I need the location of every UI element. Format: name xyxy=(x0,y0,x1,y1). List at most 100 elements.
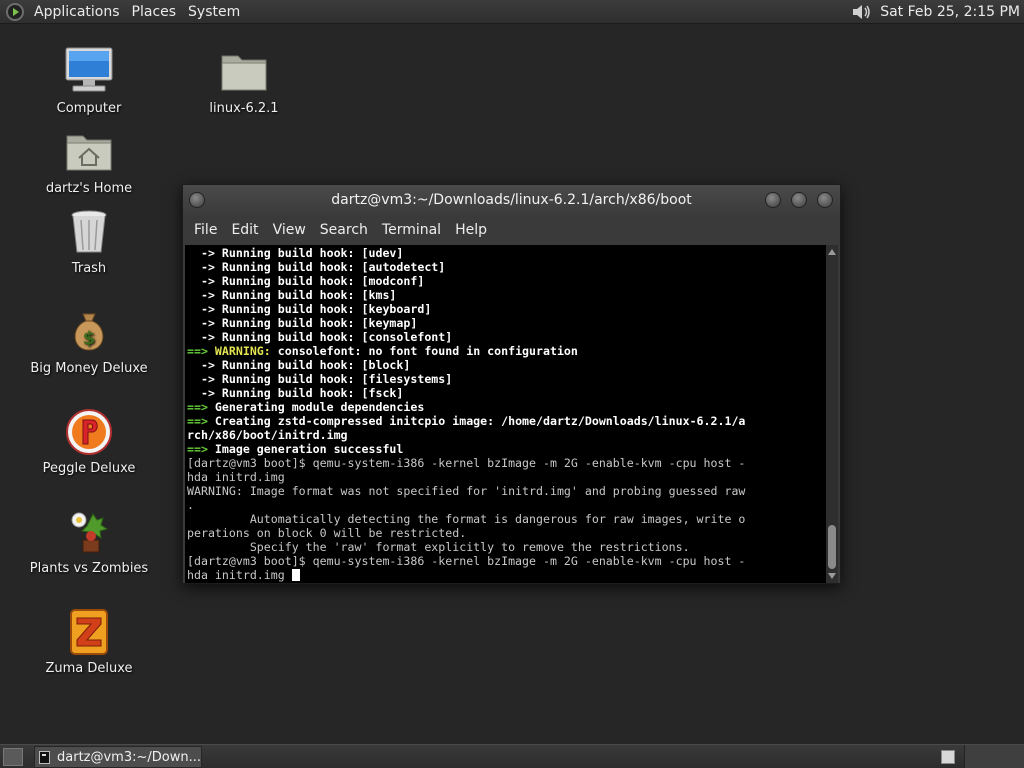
terminal-text: -> Running build hook: [consolefont] xyxy=(187,330,453,344)
bottom-panel: dartz@vm3:~/Down... xyxy=(0,744,1024,768)
terminal-text: consolefont: no font found in configurat… xyxy=(277,344,578,358)
trash-icon xyxy=(63,206,115,258)
terminal-text: ==> xyxy=(187,442,215,456)
volume-icon[interactable] xyxy=(850,0,874,24)
show-desktop-icon[interactable] xyxy=(3,748,23,766)
terminal-menubar: File Edit View Search Terminal Help xyxy=(183,215,840,245)
scrollbar-thumb[interactable] xyxy=(828,525,836,569)
terminal-text: ==> xyxy=(187,344,215,358)
terminal-line: ==> WARNING: consolefont: no font found … xyxy=(187,344,827,358)
terminal-line: -> Running build hook: [modconf] xyxy=(187,274,827,288)
terminal-line: hda initrd.img xyxy=(187,568,827,582)
menu-terminal[interactable]: Terminal xyxy=(375,222,448,238)
terminal-text: Creating zstd-compressed initcpio image:… xyxy=(214,414,746,428)
terminal-text: WARNING: xyxy=(214,344,278,358)
home-folder-icon xyxy=(63,126,115,178)
folder-icon xyxy=(218,46,270,98)
terminal-line: -> Running build hook: [autodetect] xyxy=(187,260,827,274)
terminal-text: ==> xyxy=(187,400,215,414)
desktop-icon-label: Zuma Deluxe xyxy=(45,661,133,676)
terminal-text: -> Running build hook: [block] xyxy=(187,358,411,372)
terminal-line: -> Running build hook: [udev] xyxy=(187,246,827,260)
taskbar-item-terminal[interactable]: dartz@vm3:~/Down... xyxy=(34,746,202,768)
terminal-text: -> Running build hook: [fsck] xyxy=(187,386,404,400)
terminal-window[interactable]: dartz@vm3:~/Downloads/linux-6.2.1/arch/x… xyxy=(182,184,841,584)
desktop-icon-home[interactable]: dartz's Home xyxy=(24,126,154,196)
workspace-switcher[interactable] xyxy=(941,750,955,764)
plant-icon xyxy=(63,506,115,558)
maximize-icon[interactable] xyxy=(791,192,807,208)
terminal-line: ==> Generating module dependencies xyxy=(187,400,827,414)
terminal-line: -> Running build hook: [consolefont] xyxy=(187,330,827,344)
scroll-up-icon[interactable] xyxy=(828,249,836,255)
desktop-icon-label: Computer xyxy=(56,101,122,116)
system-menu[interactable]: System xyxy=(182,0,246,24)
menu-edit[interactable]: Edit xyxy=(224,222,265,238)
desktop-icon-computer[interactable]: Computer xyxy=(24,46,154,116)
terminal-text: Specify the 'raw' format explicitly to r… xyxy=(187,540,690,554)
window-titlebar[interactable]: dartz@vm3:~/Downloads/linux-6.2.1/arch/x… xyxy=(183,185,840,215)
desktop-icon-label: Plants vs Zombies xyxy=(29,561,149,576)
terminal-line: -> Running build hook: [keymap] xyxy=(187,316,827,330)
desktop-icon-trash[interactable]: Trash xyxy=(24,206,154,276)
terminal-line: -> Running build hook: [keyboard] xyxy=(187,302,827,316)
desktop-icon-label: Trash xyxy=(71,261,107,276)
terminal-line: WARNING: Image format was not specified … xyxy=(187,484,827,498)
terminal-text: -> Running build hook: [modconf] xyxy=(187,274,425,288)
desktop-icon-plants-vs-zombies[interactable]: Plants vs Zombies xyxy=(24,506,154,576)
terminal-text: perations on block 0 will be restricted. xyxy=(187,526,467,540)
terminal-text: [dartz@vm3 boot]$ qemu-system-i386 -kern… xyxy=(187,456,746,470)
terminal-line: rch/x86/boot/initrd.img xyxy=(187,428,827,442)
desktop-icon-zuma[interactable]: Zuma Deluxe xyxy=(24,606,154,676)
menu-search[interactable]: Search xyxy=(313,222,375,238)
terminal-line: Automatically detecting the format is da… xyxy=(187,512,827,526)
terminal-line: perations on block 0 will be restricted. xyxy=(187,526,827,540)
terminal-scrollbar[interactable] xyxy=(826,245,838,583)
menu-view[interactable]: View xyxy=(266,222,313,238)
top-panel: Applications Places System Sat Feb 25, 2… xyxy=(0,0,1024,24)
close-icon[interactable] xyxy=(817,192,833,208)
computer-icon xyxy=(63,46,115,98)
desktop-icon-label: dartz's Home xyxy=(45,181,133,196)
terminal-text: -> Running build hook: [keyboard] xyxy=(187,302,432,316)
terminal-text: Image generation successful xyxy=(214,442,404,456)
window-menu-icon[interactable] xyxy=(189,192,205,208)
terminal-line: [dartz@vm3 boot]$ qemu-system-i386 -kern… xyxy=(187,456,827,470)
terminal-text: -> Running build hook: [kms] xyxy=(187,288,397,302)
terminal-text: -> Running build hook: [udev] xyxy=(187,246,404,260)
terminal-text: -> Running build hook: [filesystems] xyxy=(187,372,453,386)
terminal-line: . xyxy=(187,498,827,512)
peggle-icon xyxy=(63,406,115,458)
menu-help[interactable]: Help xyxy=(448,222,494,238)
window-title: dartz@vm3:~/Downloads/linux-6.2.1/arch/x… xyxy=(331,192,692,208)
terminal-text: hda initrd.img xyxy=(187,568,292,582)
terminal-text: Generating module dependencies xyxy=(214,400,425,414)
clock[interactable]: Sat Feb 25, 2:15 PM xyxy=(880,4,1024,20)
terminal-output[interactable]: -> Running build hook: [udev] -> Running… xyxy=(185,245,827,583)
panel-separator xyxy=(964,745,1024,768)
terminal-text: ==> xyxy=(187,414,215,428)
terminal-text: rch/x86/boot/initrd.img xyxy=(187,428,348,442)
terminal-text: Automatically detecting the format is da… xyxy=(187,512,746,526)
terminal-line: -> Running build hook: [block] xyxy=(187,358,827,372)
distro-logo-icon[interactable] xyxy=(6,2,24,21)
desktop-icon-linux-folder[interactable]: linux-6.2.1 xyxy=(179,46,309,116)
terminal-line: ==> Creating zstd-compressed initcpio im… xyxy=(187,414,827,428)
places-menu[interactable]: Places xyxy=(126,0,183,24)
terminal-icon xyxy=(39,750,50,764)
zuma-icon xyxy=(63,606,115,658)
desktop-icon-label: linux-6.2.1 xyxy=(209,101,279,116)
desktop-icon-label: Peggle Deluxe xyxy=(42,461,136,476)
money-bag-icon: $ xyxy=(63,306,115,358)
desktop-icon-big-money[interactable]: $ Big Money Deluxe xyxy=(24,306,154,376)
terminal-line: ==> Image generation successful xyxy=(187,442,827,456)
terminal-line: [dartz@vm3 boot]$ qemu-system-i386 -kern… xyxy=(187,554,827,568)
minimize-icon[interactable] xyxy=(765,192,781,208)
applications-menu[interactable]: Applications xyxy=(28,0,126,24)
desktop-icon-peggle[interactable]: Peggle Deluxe xyxy=(24,406,154,476)
terminal-text: -> Running build hook: [autodetect] xyxy=(187,260,446,274)
terminal-text: -> Running build hook: [keymap] xyxy=(187,316,418,330)
scroll-down-icon[interactable] xyxy=(828,573,836,579)
terminal-line: -> Running build hook: [kms] xyxy=(187,288,827,302)
menu-file[interactable]: File xyxy=(187,222,224,238)
